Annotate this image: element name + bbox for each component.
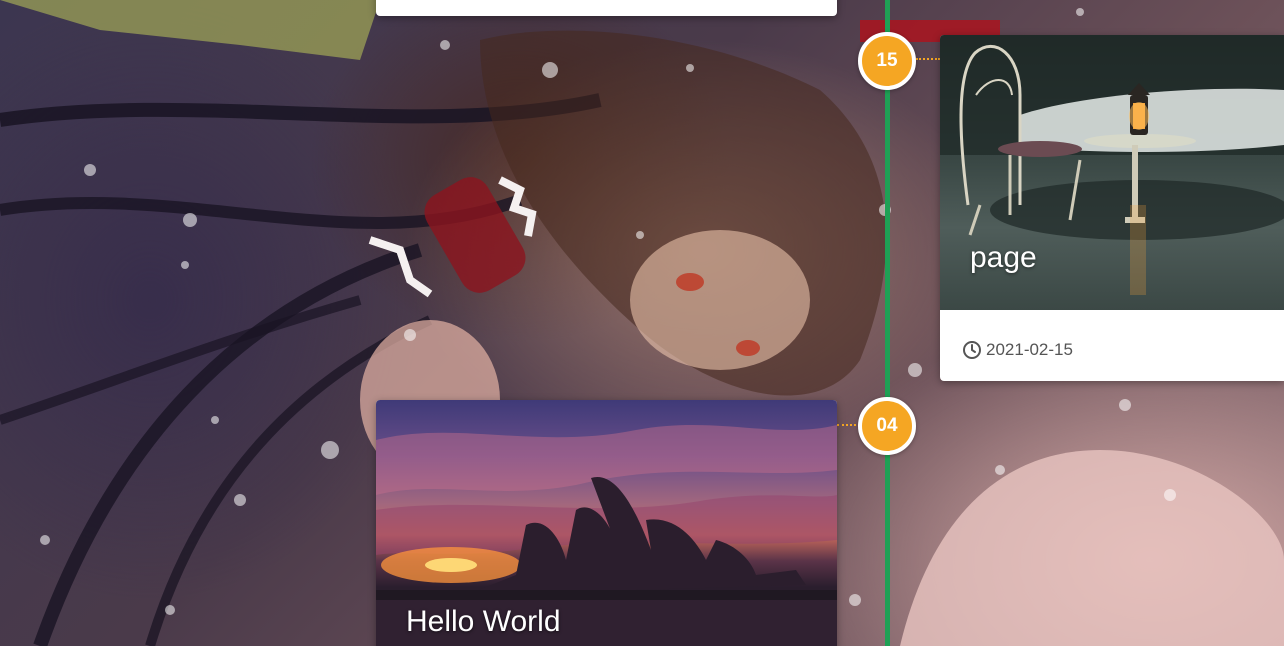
timeline-day-marker: 04 — [858, 397, 916, 455]
post-card-page[interactable]: page 2021-02-15 — [940, 35, 1284, 381]
timeline-connector — [916, 58, 940, 60]
day-label: 04 — [876, 415, 898, 436]
clock-icon — [963, 341, 981, 359]
day-label: 15 — [876, 50, 898, 71]
post-title[interactable]: Hello World — [406, 605, 561, 639]
timeline-line — [885, 0, 890, 646]
post-meta: 2021-02-15 — [962, 340, 1073, 360]
post-title[interactable]: page — [970, 241, 1037, 275]
post-card-hello-world[interactable]: Hello World — [376, 400, 837, 646]
post-card-partial[interactable] — [376, 0, 837, 16]
post-thumbnail[interactable]: Hello World — [376, 400, 837, 646]
post-thumbnail[interactable]: page — [940, 35, 1284, 310]
timeline-connector — [837, 424, 860, 426]
timeline-day-marker: 15 — [858, 32, 916, 90]
post-date: 2021-02-15 — [986, 340, 1073, 359]
